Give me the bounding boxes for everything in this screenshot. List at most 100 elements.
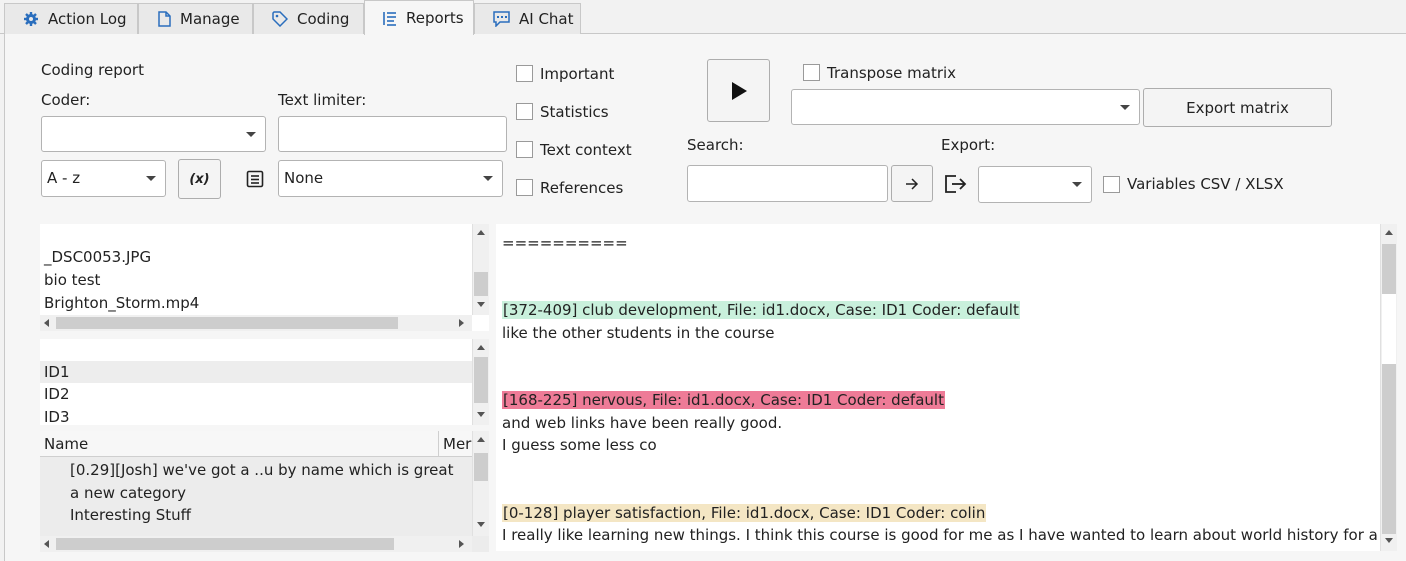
variables-csv-label: Variables CSV / XLSX <box>1127 175 1284 193</box>
chevron-down-icon <box>1072 182 1082 187</box>
text-limiter-label: Text limiter: <box>278 91 367 109</box>
scroll-up-icon[interactable] <box>477 437 485 442</box>
report-entry-text: I really like learning new things. I thi… <box>502 526 1378 544</box>
coder-label: Coder: <box>41 91 91 109</box>
report-entry-header[interactable]: [168-225] nervous, File: id1.docx, Case:… <box>502 391 945 409</box>
files-vertical-scrollbar[interactable] <box>472 224 489 315</box>
limiter-type-select[interactable]: None <box>278 160 503 197</box>
matrix-select[interactable] <box>791 89 1140 125</box>
coder-select[interactable] <box>41 116 266 152</box>
export-icon <box>945 175 967 193</box>
gear-icon <box>24 12 38 26</box>
export-matrix-button[interactable]: Export matrix <box>1143 88 1332 127</box>
report-text-area[interactable]: ========== [372-409] club development, F… <box>496 224 1397 551</box>
scroll-down-icon[interactable] <box>477 412 485 417</box>
text-limiter-input[interactable] <box>278 116 507 152</box>
scroll-thumb[interactable] <box>474 272 488 296</box>
scroll-thumb[interactable] <box>1382 244 1396 294</box>
tab-manage[interactable]: Manage <box>138 3 253 34</box>
statistics-label: Statistics <box>540 103 609 121</box>
scroll-thumb[interactable] <box>474 453 488 481</box>
report-entry-text: and web links have been really good. <box>502 414 783 432</box>
document-icon <box>158 11 171 27</box>
tab-label: AI Chat <box>519 10 574 28</box>
variables-csv-checkbox[interactable] <box>1103 176 1120 193</box>
list-item[interactable]: ID2 <box>44 385 70 403</box>
scroll-thumb[interactable] <box>474 357 488 403</box>
list-item[interactable]: _DSC0053.JPG <box>44 248 151 266</box>
insert-variable-button[interactable]: (x) <box>178 159 221 199</box>
notes-icon[interactable] <box>246 170 264 188</box>
scroll-left-icon[interactable] <box>44 540 49 548</box>
tag-icon <box>272 11 288 27</box>
column-header-name[interactable]: Name <box>44 435 88 453</box>
search-go-button[interactable] <box>891 165 933 202</box>
scroll-up-icon[interactable] <box>477 230 485 235</box>
column-header-memo[interactable]: Mer <box>443 435 471 453</box>
scroll-down-icon[interactable] <box>1385 538 1393 543</box>
report-entry-text: like the other students in the course <box>502 324 775 342</box>
codes-table[interactable]: Name Mer [0.29][Josh] we've got a ..u by… <box>40 431 489 552</box>
scroll-up-icon[interactable] <box>1385 230 1393 235</box>
search-input[interactable] <box>687 165 888 202</box>
code-highlight: [0-128] player satisfaction, File: id1.d… <box>502 504 987 522</box>
chevron-down-icon <box>1120 105 1130 110</box>
scroll-up-icon[interactable] <box>477 345 485 350</box>
text-context-label: Text context <box>540 141 632 159</box>
text-context-checkbox[interactable] <box>516 141 533 158</box>
scroll-thumb[interactable] <box>1382 364 1396 534</box>
scroll-left-icon[interactable] <box>44 319 49 327</box>
list-item[interactable]: ID1 <box>44 363 70 381</box>
coding-report-label: Coding report <box>41 61 144 79</box>
tab-label: Action Log <box>48 10 127 28</box>
column-divider[interactable] <box>438 431 439 457</box>
files-list[interactable]: _DSC0053.JPG bio test Brighton_Storm.mp4 <box>40 224 489 331</box>
tab-label: Manage <box>180 10 240 28</box>
important-checkbox[interactable] <box>516 65 533 82</box>
chat-icon <box>493 11 510 27</box>
export-label: Export: <box>941 136 996 154</box>
transpose-matrix-label: Transpose matrix <box>827 64 957 82</box>
tab-bar: Action Log Manage Coding Reports AI Chat <box>0 0 1406 35</box>
export-format-select[interactable] <box>978 166 1092 203</box>
code-highlight: [372-409] club development, File: id1.do… <box>502 301 1020 319</box>
table-row[interactable]: Interesting Stuff <box>70 506 191 524</box>
report-entry-text: I guess some less co <box>502 436 657 454</box>
scroll-thumb[interactable] <box>56 317 398 329</box>
search-label: Search: <box>687 136 744 154</box>
cases-list[interactable]: ID1 ID2 ID3 <box>40 339 489 425</box>
report-entry-header[interactable]: [0-128] player satisfaction, File: id1.d… <box>502 504 987 522</box>
report-vertical-scrollbar[interactable] <box>1380 224 1397 551</box>
codes-vertical-scrollbar[interactable] <box>472 431 489 536</box>
table-row[interactable]: a new category <box>70 484 186 502</box>
transpose-matrix-checkbox[interactable] <box>803 64 820 81</box>
sort-order-select[interactable]: A - z <box>41 160 166 197</box>
cases-vertical-scrollbar[interactable] <box>472 339 489 425</box>
scroll-thumb[interactable] <box>56 538 394 550</box>
tab-reports[interactable]: Reports <box>364 0 474 35</box>
table-header: Name Mer <box>40 431 472 457</box>
tab-action-log[interactable]: Action Log <box>4 3 138 34</box>
list-item[interactable]: bio test <box>44 271 100 289</box>
scroll-down-icon[interactable] <box>477 302 485 307</box>
chevron-down-icon <box>483 176 493 181</box>
list-item[interactable]: ID3 <box>44 408 70 425</box>
tab-coding[interactable]: Coding <box>253 3 364 34</box>
files-horizontal-scrollbar[interactable] <box>40 315 472 331</box>
chevron-down-icon <box>246 132 256 137</box>
tab-ai-chat[interactable]: AI Chat <box>474 3 581 34</box>
list-icon <box>383 11 396 26</box>
statistics-checkbox[interactable] <box>516 103 533 120</box>
report-entry-header[interactable]: [372-409] club development, File: id1.do… <box>502 301 1020 319</box>
references-label: References <box>540 179 624 197</box>
table-row[interactable]: [0.29][Josh] we've got a ..u by name whi… <box>70 461 453 479</box>
list-item[interactable]: Brighton_Storm.mp4 <box>44 294 199 312</box>
codes-horizontal-scrollbar[interactable] <box>40 536 472 552</box>
scroll-right-icon[interactable] <box>459 319 464 327</box>
scroll-right-icon[interactable] <box>459 540 464 548</box>
scroll-track-highlight <box>1382 294 1396 364</box>
arrow-right-icon <box>906 177 919 190</box>
references-checkbox[interactable] <box>516 179 533 196</box>
run-report-button[interactable] <box>707 59 770 122</box>
scroll-down-icon[interactable] <box>477 522 485 527</box>
